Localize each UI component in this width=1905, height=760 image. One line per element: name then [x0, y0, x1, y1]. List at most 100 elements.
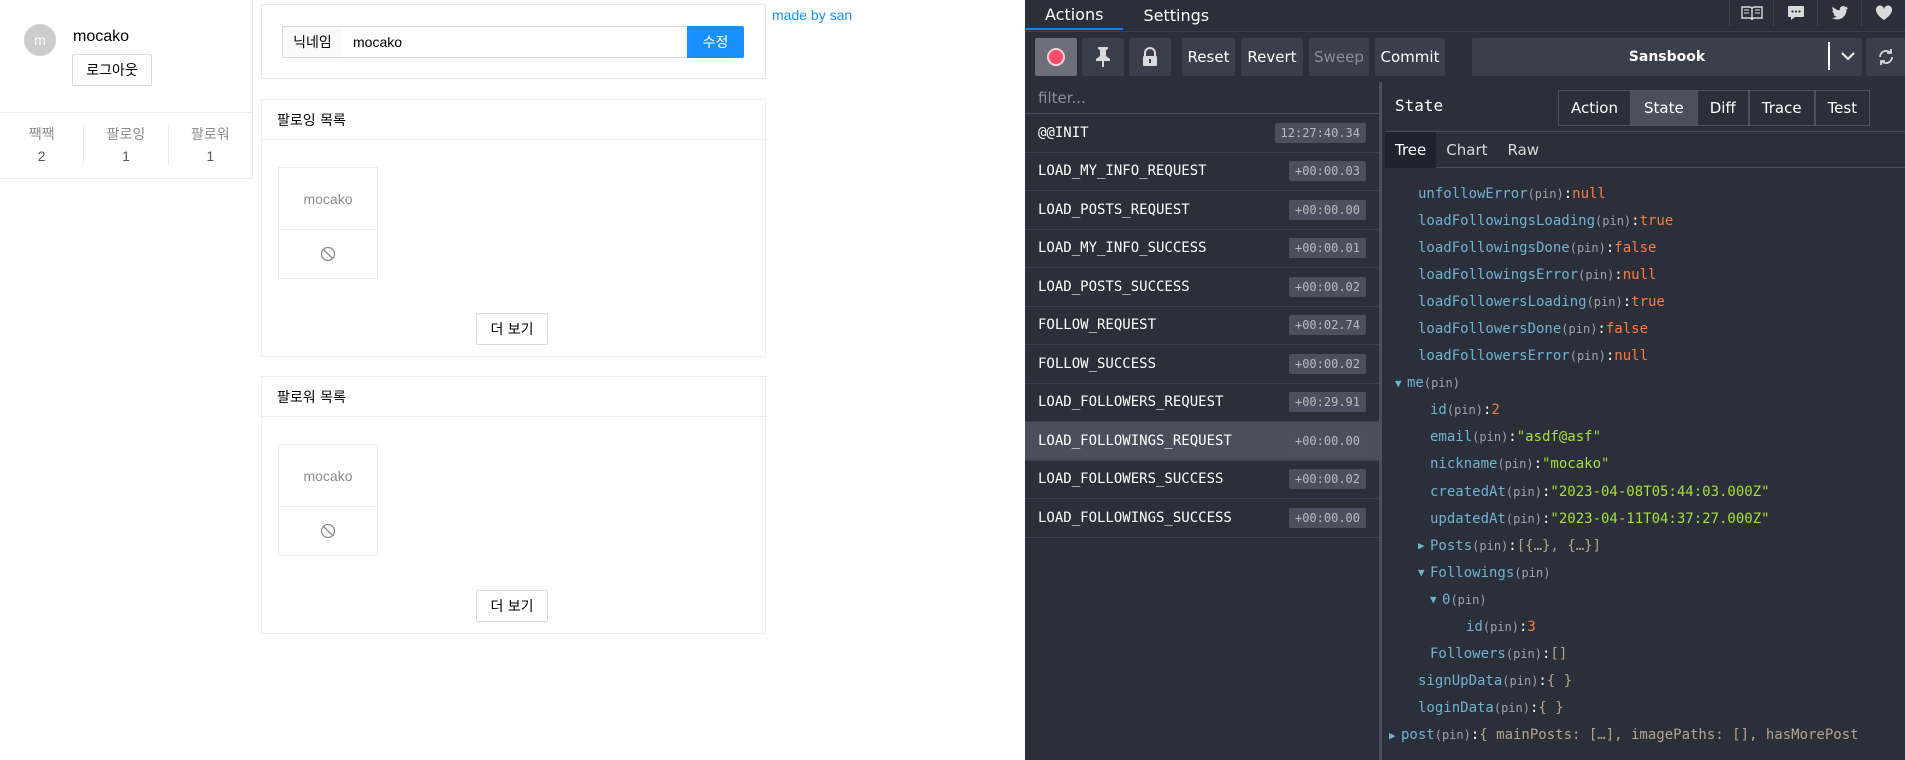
- tab-trace[interactable]: Trace: [1748, 90, 1815, 126]
- tree-node[interactable]: loadFollowersLoading (pin): true: [1385, 288, 1905, 315]
- pin-label: (pin): [1472, 430, 1509, 445]
- tree-node[interactable]: id (pin): 2: [1385, 397, 1905, 424]
- action-row[interactable]: LOAD_POSTS_SUCCESS +00:00.02: [1025, 268, 1379, 307]
- stat-label: 팔로잉: [106, 127, 146, 143]
- tab-actions[interactable]: Actions: [1025, 0, 1124, 30]
- block-icon[interactable]: [279, 507, 377, 555]
- tree-key: loginData: [1418, 700, 1494, 717]
- tree-key: updatedAt: [1430, 510, 1506, 527]
- chevron-down-icon[interactable]: [1833, 37, 1862, 75]
- action-row[interactable]: LOAD_FOLLOWERS_SUCCESS +00:00.02: [1025, 461, 1379, 499]
- tree-node[interactable]: loadFollowingsLoading (pin): true: [1385, 207, 1905, 234]
- follower-list-title: 팔로워 목록: [262, 377, 765, 417]
- pin-label: (pin): [1482, 620, 1519, 635]
- tree-node[interactable]: signUpData (pin): { }: [1385, 668, 1905, 695]
- tree-node[interactable]: id (pin): 3: [1385, 614, 1905, 641]
- expand-arrow-icon[interactable]: ▼: [1430, 593, 1442, 606]
- instance-select[interactable]: Sansbook: [1472, 38, 1862, 76]
- expand-arrow-icon[interactable]: ▼: [1395, 377, 1407, 390]
- action-name: LOAD_FOLLOWINGS_SUCCESS: [1038, 509, 1232, 526]
- tab-raw[interactable]: Raw: [1498, 132, 1550, 168]
- stat-following[interactable]: 팔로잉 1: [84, 125, 169, 166]
- following-more-button[interactable]: 더 보기: [476, 313, 548, 345]
- action-filter-input[interactable]: filter...: [1025, 82, 1379, 114]
- tab-chart[interactable]: Chart: [1436, 132, 1497, 168]
- revert-button[interactable]: Revert: [1241, 38, 1303, 76]
- tab-diff[interactable]: Diff: [1696, 90, 1749, 126]
- heart-icon[interactable]: [1861, 0, 1905, 26]
- tab-state[interactable]: State: [1630, 90, 1697, 126]
- tree-node[interactable]: ▶ post (pin): { mainPosts: […], imagePat…: [1385, 722, 1905, 749]
- made-by-link[interactable]: made by san: [772, 7, 852, 23]
- expand-arrow-icon[interactable]: ▼: [1418, 566, 1430, 579]
- tree-node[interactable]: unfollowError (pin): null: [1385, 180, 1905, 207]
- sync-button[interactable]: [1866, 38, 1905, 76]
- stat-value: 2: [37, 148, 46, 164]
- tree-value: "mocako": [1542, 456, 1610, 473]
- follower-list-card: 팔로워 목록 mocako 더 보기: [261, 376, 766, 634]
- action-row[interactable]: LOAD_MY_INFO_REQUEST +00:00.03: [1025, 153, 1379, 191]
- lock-button[interactable]: [1129, 38, 1171, 76]
- tree-node[interactable]: loadFollowingsDone (pin): false: [1385, 234, 1905, 261]
- sweep-button[interactable]: Sweep: [1309, 38, 1369, 76]
- logout-button[interactable]: 로그아웃: [72, 54, 152, 86]
- tree-node[interactable]: updatedAt (pin): "2023-04-11T04:37:27.00…: [1385, 505, 1905, 532]
- collapse-arrow-icon[interactable]: ▶: [1389, 729, 1401, 742]
- monitor-mode-tabs: Action State Diff Trace Test: [1558, 90, 1871, 126]
- web-app: m mocako 로그아웃 짹짹 2 팔로잉 1 팔로워 1 닉네임 mocak…: [0, 0, 1026, 760]
- tab-action[interactable]: Action: [1558, 90, 1631, 126]
- nickname-edit-form: 닉네임 mocako 수정: [261, 4, 766, 79]
- commit-button[interactable]: Commit: [1375, 38, 1445, 76]
- record-button[interactable]: [1035, 38, 1077, 76]
- state-panel: State Action State Diff Trace Test Tree Chart…: [1385, 82, 1905, 760]
- tree-node[interactable]: createdAt (pin): "2023-04-08T05:44:03.00…: [1385, 478, 1905, 505]
- action-name: LOAD_FOLLOWERS_REQUEST: [1038, 394, 1224, 411]
- tree-node[interactable]: ▶ Posts (pin): [{…}, {…}]: [1385, 532, 1905, 559]
- tree-node[interactable]: email (pin): "asdf@asf": [1385, 424, 1905, 451]
- chat-icon[interactable]: [1773, 0, 1817, 26]
- tree-node[interactable]: ▼ 0 (pin): [1385, 586, 1905, 613]
- collapse-arrow-icon[interactable]: ▶: [1418, 539, 1430, 552]
- stat-label: 팔로워: [191, 127, 230, 143]
- tree-node[interactable]: loadFollowersError (pin): null: [1385, 343, 1905, 370]
- tree-node[interactable]: ▼ me (pin): [1385, 370, 1905, 397]
- tree-node[interactable]: loginData (pin): { }: [1385, 695, 1905, 722]
- tree-colon: :: [1605, 239, 1615, 256]
- tree-node[interactable]: loadFollowingsError (pin): null: [1385, 261, 1905, 288]
- follower-more-button[interactable]: 더 보기: [476, 590, 548, 622]
- tree-node[interactable]: loadFollowersDone (pin): false: [1385, 315, 1905, 342]
- nickname-input[interactable]: mocako: [342, 26, 703, 58]
- instance-name: Sansbook: [1628, 49, 1706, 65]
- avatar[interactable]: m: [24, 24, 56, 56]
- tree-key: unfollowError: [1418, 185, 1528, 202]
- twitter-icon[interactable]: [1817, 0, 1861, 26]
- pin-label: (pin): [1561, 322, 1598, 337]
- pin-button[interactable]: [1082, 38, 1124, 76]
- action-row[interactable]: LOAD_FOLLOWERS_REQUEST +00:29.91: [1025, 384, 1379, 422]
- action-row[interactable]: LOAD_POSTS_REQUEST +00:00.00: [1025, 191, 1379, 230]
- state-tree: unfollowError (pin): null loadFollowingsL…: [1385, 168, 1905, 758]
- stat-followers[interactable]: 팔로워 1: [169, 125, 252, 166]
- tree-value: "2023-04-08T05:44:03.000Z": [1550, 483, 1770, 500]
- action-row[interactable]: LOAD_FOLLOWINGS_SUCCESS +00:00.00: [1025, 499, 1379, 538]
- book-icon[interactable]: [1729, 0, 1773, 26]
- nickname-submit-button[interactable]: 수정: [687, 26, 744, 58]
- action-row[interactable]: FOLLOW_SUCCESS +00:00.02: [1025, 345, 1379, 384]
- action-row[interactable]: LOAD_FOLLOWINGS_REQUEST +00:00.00: [1025, 422, 1379, 461]
- tree-key: loadFollowingsDone: [1418, 239, 1570, 256]
- tab-settings[interactable]: Settings: [1123, 0, 1229, 30]
- action-row[interactable]: FOLLOW_REQUEST +00:02.74: [1025, 307, 1379, 345]
- tree-node[interactable]: Followers (pin): []: [1385, 641, 1905, 668]
- pin-label: (pin): [1569, 240, 1606, 255]
- tree-value: true: [1639, 212, 1674, 229]
- tab-test[interactable]: Test: [1814, 90, 1871, 126]
- tree-node[interactable]: nickname (pin): "mocako": [1385, 451, 1905, 478]
- stat-posts[interactable]: 짹짹 2: [0, 125, 85, 166]
- action-row[interactable]: LOAD_MY_INFO_SUCCESS +00:00.01: [1025, 230, 1379, 268]
- tree-node[interactable]: ▼ Followings (pin): [1385, 559, 1905, 586]
- reset-button[interactable]: Reset: [1182, 38, 1235, 76]
- action-row[interactable]: @@INIT 12:27:40.34: [1025, 114, 1379, 153]
- unfollow-icon[interactable]: [279, 230, 377, 278]
- tree-colon: :: [1508, 537, 1517, 554]
- tab-tree[interactable]: Tree: [1385, 132, 1437, 168]
